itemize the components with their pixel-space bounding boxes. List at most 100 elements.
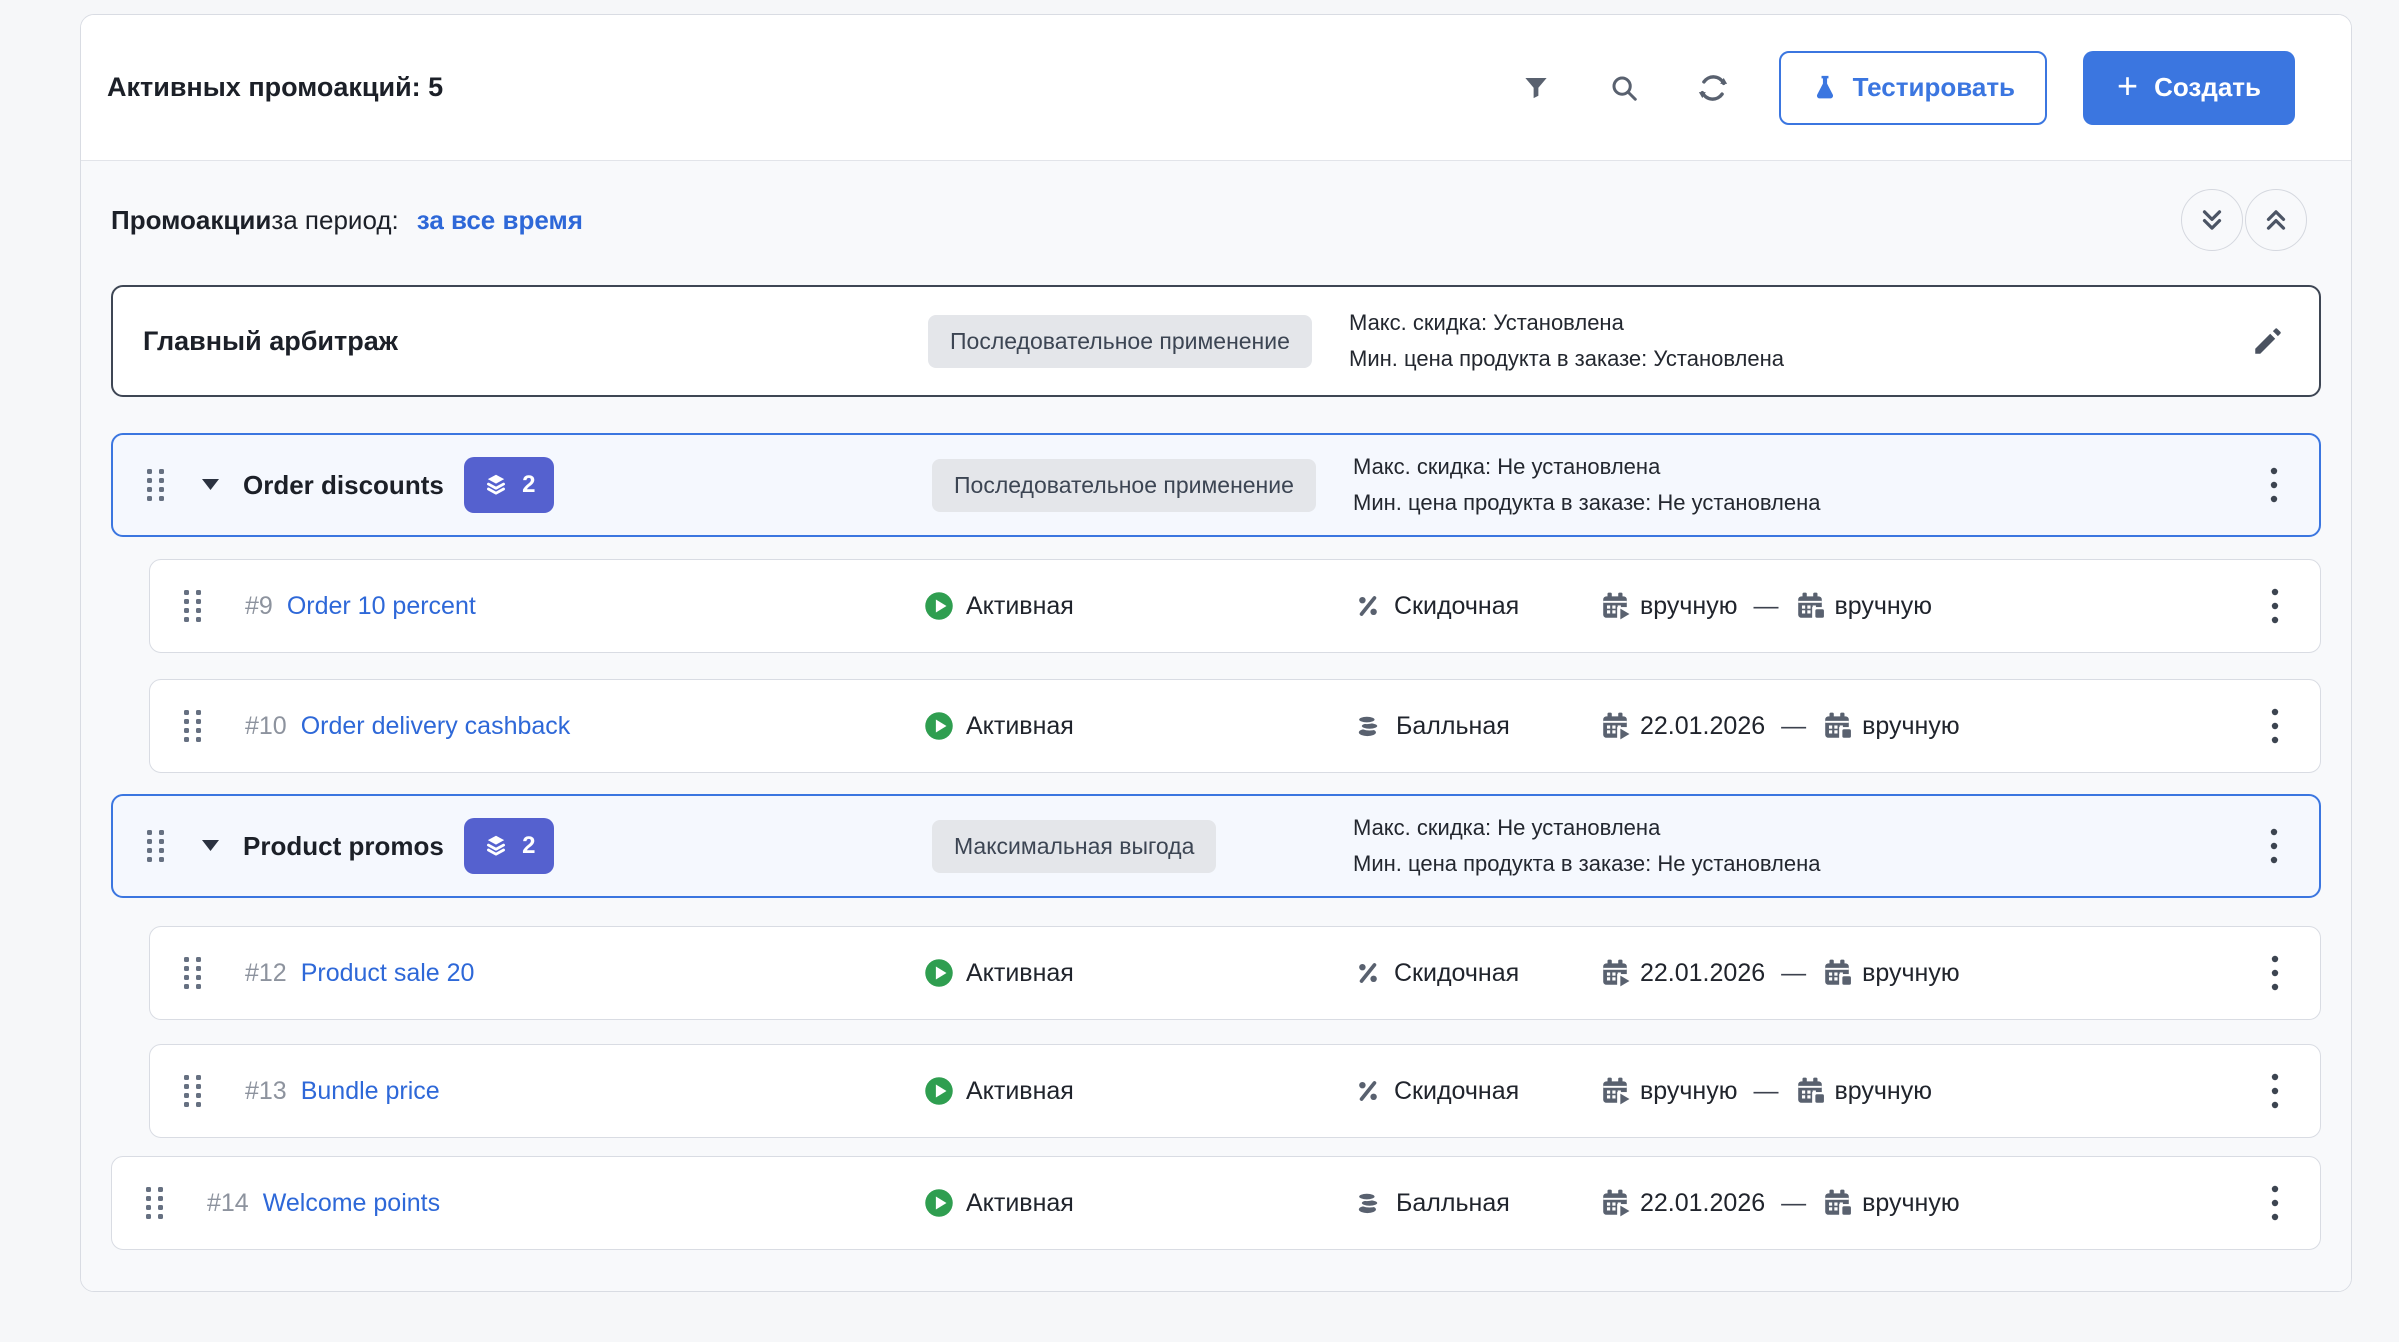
apply-mode-badge: Последовательное применение (928, 315, 1312, 368)
drag-handle-icon[interactable] (184, 590, 201, 622)
arbitrage-title: Главный арбитраж (143, 326, 398, 357)
layers-icon (482, 471, 510, 499)
calendar-start-icon (1600, 958, 1630, 988)
promo-id: #12 (245, 959, 287, 988)
search-button[interactable] (1605, 69, 1643, 107)
collapse-all-button[interactable] (2181, 189, 2243, 251)
page-title: Активных промоакций: 5 (107, 72, 443, 103)
drag-handle-icon[interactable] (147, 830, 164, 862)
promo-status: Активная (966, 1189, 1074, 1218)
row-menu-button[interactable] (2264, 951, 2286, 995)
apply-mode-badge: Последовательное применение (932, 459, 1316, 512)
drag-handle-icon[interactable] (146, 1187, 163, 1219)
arbitrage-row: Главный арбитраж Последовательное примен… (111, 285, 2321, 397)
promo-name-link[interactable]: Welcome points (263, 1189, 440, 1218)
pencil-icon (2251, 324, 2285, 358)
create-button[interactable]: + Создать (2083, 51, 2295, 125)
test-button[interactable]: Тестировать (1779, 51, 2047, 125)
max-discount-line: Макс. скидка: Не установлена (1353, 454, 2241, 480)
drag-handle-icon[interactable] (184, 957, 201, 989)
promo-name-link[interactable]: Bundle price (301, 1077, 440, 1106)
promo-row: #9 Order 10 percent Активная Скидочная (149, 559, 2321, 653)
row-menu-button[interactable] (2263, 463, 2285, 507)
promo-end-date: вручную (1835, 592, 1933, 621)
header-toolbar (1517, 68, 1733, 108)
promo-start-date: 22.01.2026 (1640, 1189, 1765, 1218)
promo-row: #12 Product sale 20 Активная Скидочная (149, 926, 2321, 1020)
promo-type: Скидочная (1394, 592, 1519, 621)
group-count-badge[interactable]: 2 (464, 818, 554, 874)
period-title: Промоакции (111, 205, 271, 236)
edit-arbitrage-button[interactable] (2247, 320, 2289, 362)
row-menu-button[interactable] (2264, 1181, 2286, 1225)
apply-mode-badge: Максимальная выгода (932, 820, 1216, 873)
row-menu-button[interactable] (2264, 1069, 2286, 1113)
group-row-product-promos: Product promos 2 Максимальная выгода (111, 794, 2321, 898)
group-count-badge[interactable]: 2 (464, 457, 554, 513)
calendar-end-icon (1822, 958, 1852, 988)
max-discount-line: Макс. скидка: Не установлена (1353, 815, 2241, 841)
promotions-list-panel: Промоакции за период: за все время Г (81, 160, 2351, 1291)
kebab-menu-icon (2270, 1183, 2280, 1223)
panel-header: Активных промоакций: 5 (81, 15, 2351, 160)
max-discount-line: Макс. скидка: Установлена (1349, 310, 2245, 336)
promotions-panel: Активных промоакций: 5 (80, 14, 2352, 1292)
date-separator: — (1781, 959, 1806, 988)
double-chevron-up-icon (2261, 205, 2291, 235)
group-count: 2 (522, 471, 535, 499)
play-circle-icon (924, 1076, 954, 1106)
promo-start-date: 22.01.2026 (1640, 959, 1765, 988)
caret-down-icon[interactable] (202, 479, 219, 491)
calendar-start-icon (1600, 711, 1630, 741)
promo-start-date: вручную (1640, 1077, 1738, 1106)
date-separator: — (1781, 712, 1806, 741)
play-circle-icon (924, 711, 954, 741)
group-row-order-discounts: Order discounts 2 Последовательное приме… (111, 433, 2321, 537)
calendar-start-icon (1600, 591, 1630, 621)
calendar-end-icon (1795, 1076, 1825, 1106)
drag-handle-icon[interactable] (184, 710, 201, 742)
double-chevron-down-icon (2197, 205, 2227, 235)
row-menu-button[interactable] (2264, 704, 2286, 748)
coins-icon (1354, 1188, 1384, 1218)
percent-icon (1354, 1077, 1382, 1105)
promo-status: Активная (966, 959, 1074, 988)
min-price-line: Мин. цена продукта в заказе: Не установл… (1353, 490, 2241, 516)
group-title: Order discounts (243, 470, 444, 501)
period-value-link[interactable]: за все время (417, 205, 583, 236)
flask-icon (1811, 73, 1839, 103)
kebab-menu-icon (2270, 586, 2280, 626)
play-circle-icon (924, 958, 954, 988)
promo-type: Скидочная (1394, 959, 1519, 988)
promo-end-date: вручную (1862, 959, 1960, 988)
promo-status: Активная (966, 1077, 1074, 1106)
calendar-end-icon (1822, 1188, 1852, 1218)
test-button-label: Тестировать (1853, 72, 2015, 103)
kebab-menu-icon (2270, 953, 2280, 993)
promo-status: Активная (966, 712, 1074, 741)
calendar-start-icon (1600, 1076, 1630, 1106)
promo-id: #13 (245, 1077, 287, 1106)
plus-icon: + (2117, 68, 2138, 104)
kebab-menu-icon (2270, 1071, 2280, 1111)
drag-handle-icon[interactable] (184, 1075, 201, 1107)
drag-handle-icon[interactable] (147, 469, 164, 501)
caret-down-icon[interactable] (202, 840, 219, 852)
kebab-menu-icon (2269, 465, 2279, 505)
collapse-controls (2181, 189, 2307, 251)
promo-type: Балльная (1396, 1189, 1510, 1218)
refresh-button[interactable] (1693, 68, 1733, 108)
promo-type: Скидочная (1394, 1077, 1519, 1106)
calendar-end-icon (1822, 711, 1852, 741)
promo-id: #10 (245, 712, 287, 741)
play-circle-icon (924, 1188, 954, 1218)
row-menu-button[interactable] (2264, 584, 2286, 628)
promo-name-link[interactable]: Product sale 20 (301, 959, 475, 988)
period-suffix: за период: (271, 205, 398, 236)
filter-button[interactable] (1517, 69, 1555, 107)
promo-name-link[interactable]: Order 10 percent (287, 592, 476, 621)
promo-name-link[interactable]: Order delivery cashback (301, 712, 571, 741)
promo-start-date: вручную (1640, 592, 1738, 621)
expand-all-button[interactable] (2245, 189, 2307, 251)
row-menu-button[interactable] (2263, 824, 2285, 868)
